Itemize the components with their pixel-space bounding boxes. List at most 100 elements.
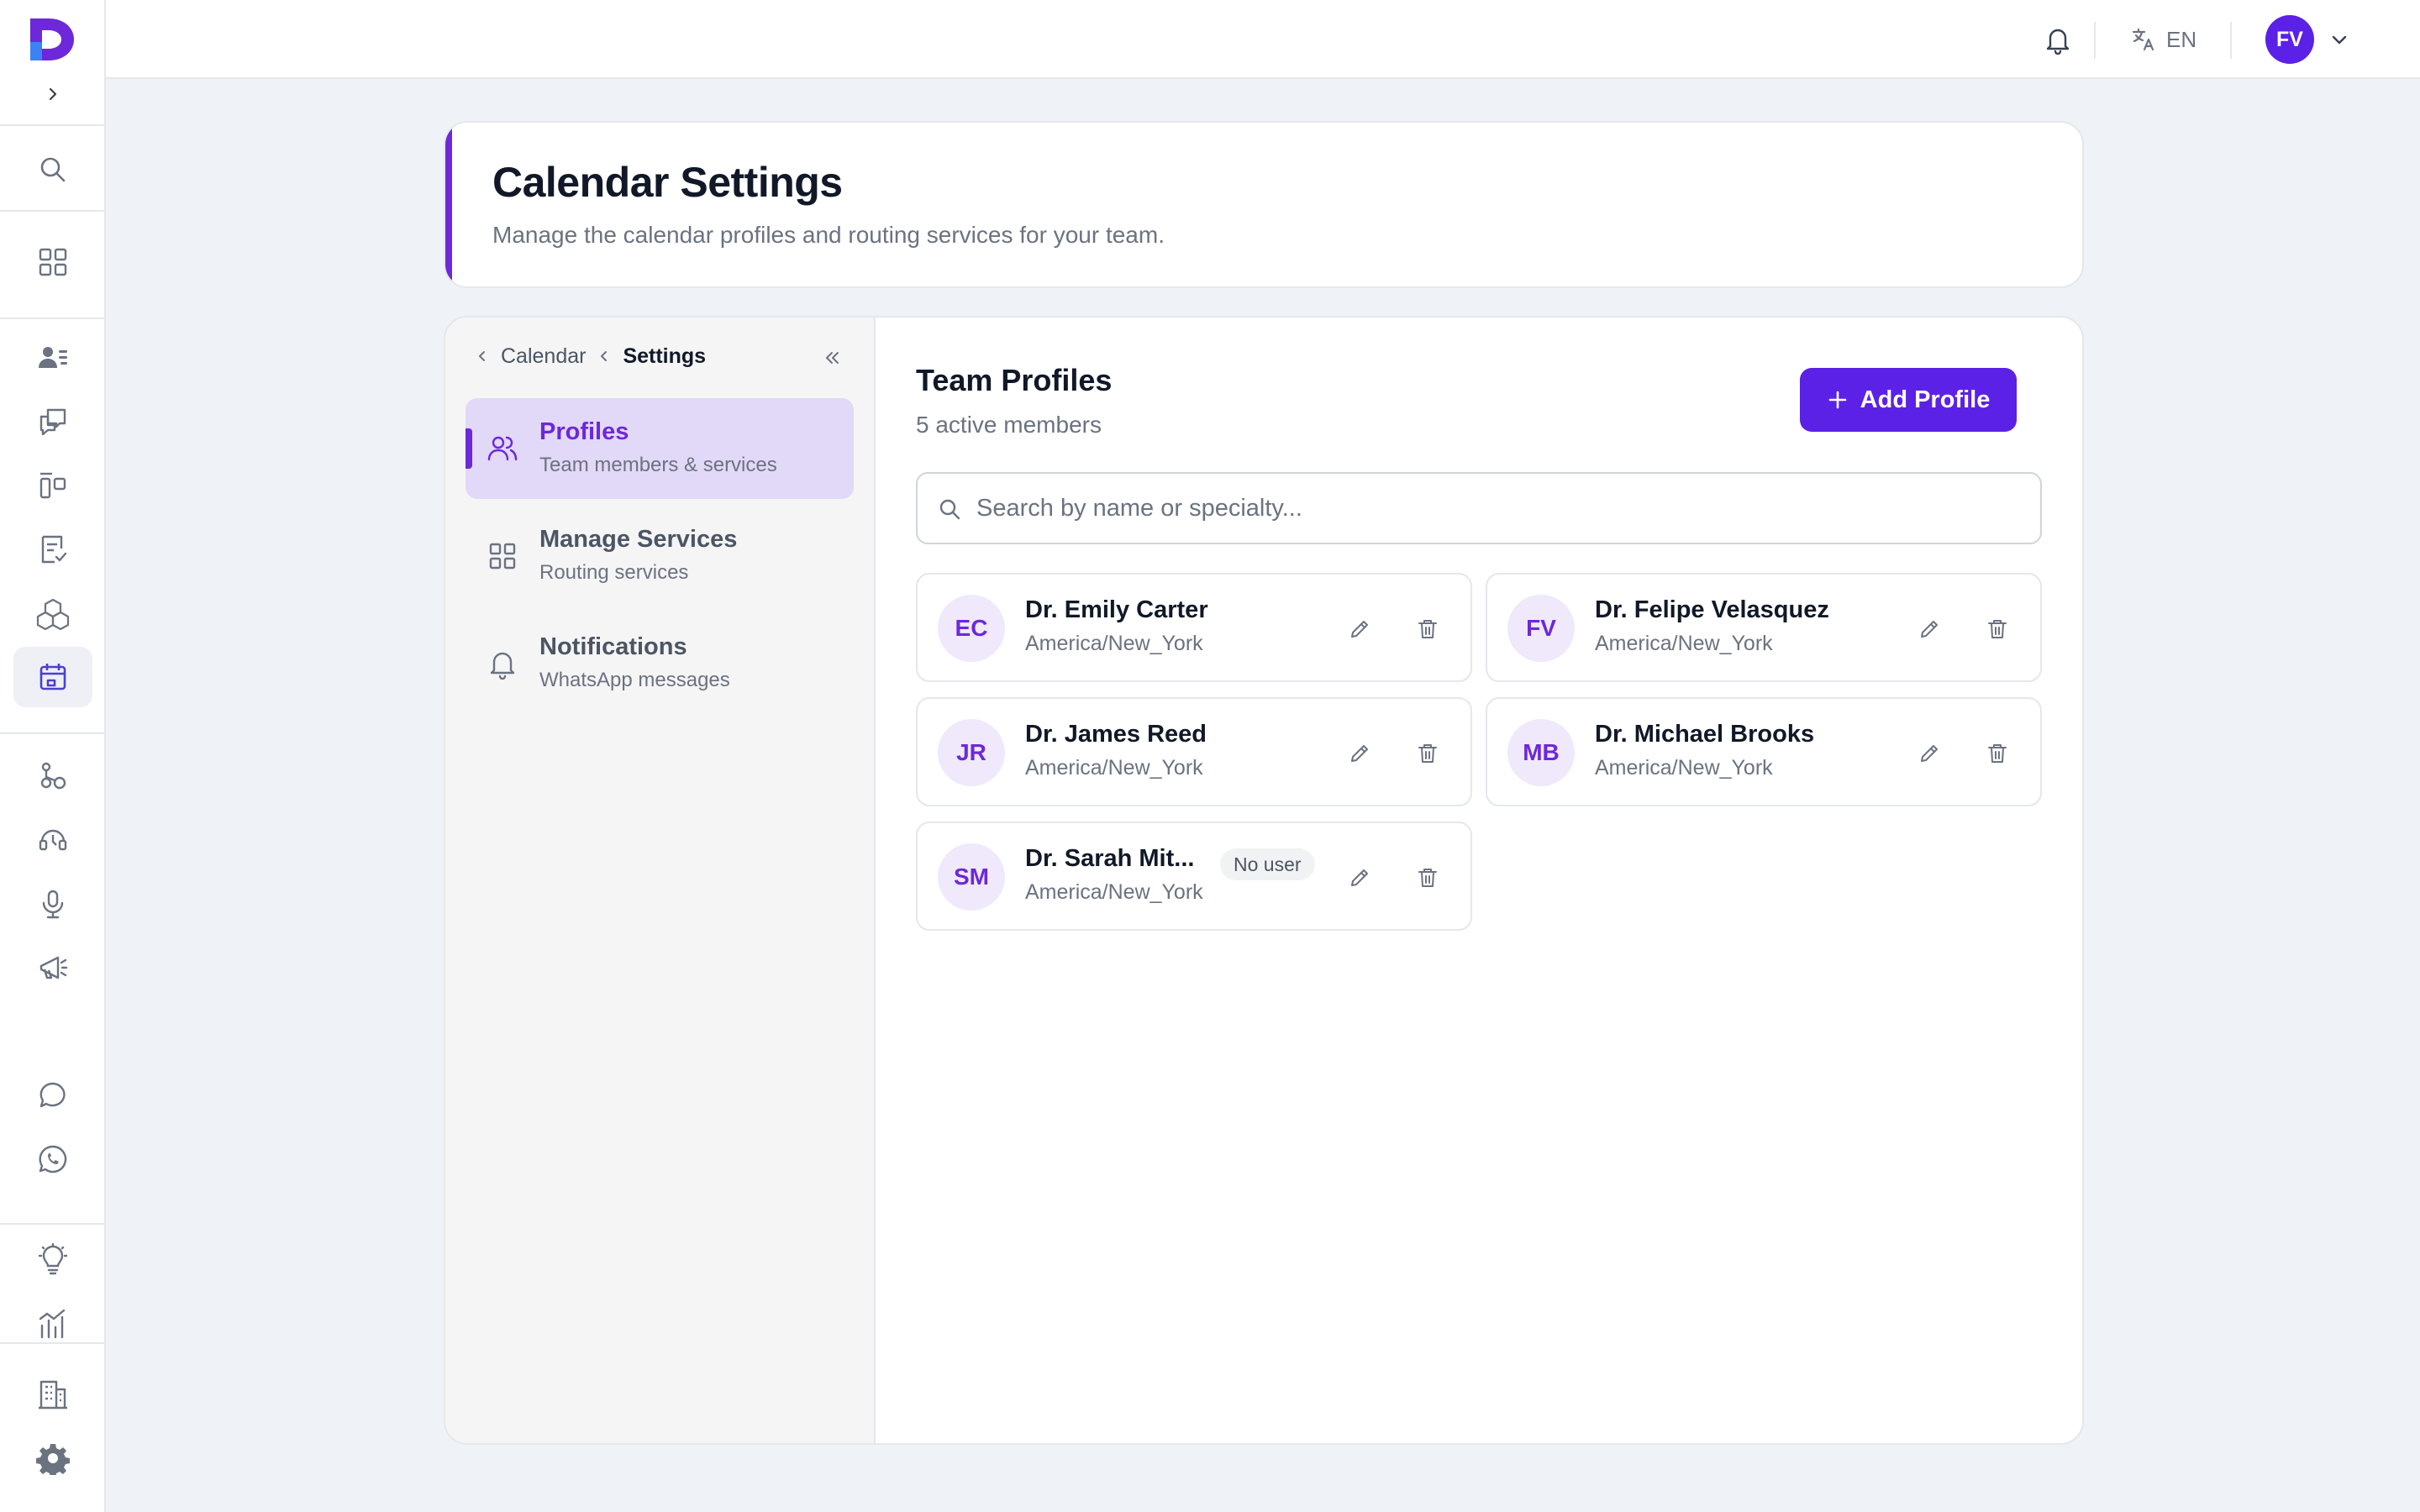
active-indicator xyxy=(466,428,472,469)
settings-nav-notifications[interactable]: Notifications WhatsApp messages xyxy=(466,613,854,714)
profile-card[interactable]: FV Dr. Felipe Velasquez America/New_York xyxy=(1486,573,2042,682)
chevron-down-icon xyxy=(2332,35,2347,45)
checklist-icon xyxy=(41,535,67,564)
delete-profile-button[interactable] xyxy=(1411,861,1444,895)
delete-profile-button[interactable] xyxy=(1981,612,2014,646)
rail-whatsapp[interactable] xyxy=(13,1129,92,1189)
breadcrumb-calendar-link[interactable]: Calendar xyxy=(501,344,586,369)
plus-icon xyxy=(1828,391,1846,409)
nav-subtitle: Team members & services xyxy=(539,454,777,476)
profile-name: Dr. Emily Carter xyxy=(1025,596,1208,623)
rail-dashboard[interactable] xyxy=(13,232,92,292)
rail-divider xyxy=(0,210,104,212)
delete-profile-button[interactable] xyxy=(1411,612,1444,646)
profile-avatar: FV xyxy=(1507,595,1575,662)
top-bar: EN FV xyxy=(106,0,2420,79)
message-circle-icon xyxy=(39,1082,66,1108)
rail-insights[interactable] xyxy=(13,1230,92,1290)
settings-nav-manage-services[interactable]: Manage Services Routing services xyxy=(466,506,854,606)
topbar-divider xyxy=(2094,22,2096,59)
trash-icon xyxy=(1988,620,2007,638)
nav-title: Notifications xyxy=(539,633,687,660)
pencil-icon xyxy=(1351,621,1368,638)
chevrons-left-icon xyxy=(826,352,839,364)
section-title: Team Profiles xyxy=(916,363,1113,397)
page-subtitle: Manage the calendar profiles and routing… xyxy=(492,222,1165,248)
rail-automation[interactable] xyxy=(13,746,92,806)
profile-name: Dr. James Reed xyxy=(1025,721,1207,748)
rail-conversations[interactable] xyxy=(13,391,92,452)
search-field xyxy=(916,472,2042,544)
search-input[interactable] xyxy=(976,474,2018,543)
rail-support[interactable] xyxy=(13,810,92,870)
page-title: Calendar Settings xyxy=(492,159,843,206)
header-accent-bar xyxy=(445,123,452,286)
users-icon xyxy=(487,436,518,461)
rail-tasks[interactable] xyxy=(13,519,92,580)
rail-divider xyxy=(0,124,104,126)
delete-profile-button[interactable] xyxy=(1411,737,1444,770)
language-selector[interactable]: EN xyxy=(2131,22,2196,57)
rail-products[interactable] xyxy=(13,583,92,643)
rail-calendar[interactable] xyxy=(13,647,92,707)
edit-profile-button[interactable] xyxy=(1343,612,1376,646)
settings-nav-profiles[interactable]: Profiles Team members & services xyxy=(466,398,854,499)
breadcrumb-current: Settings xyxy=(623,344,707,368)
search-icon xyxy=(40,157,66,182)
pencil-icon xyxy=(1351,869,1368,886)
user-menu[interactable]: FV xyxy=(2265,15,2349,64)
notifications-button[interactable] xyxy=(2040,22,2075,57)
contacts-icon xyxy=(39,347,67,368)
profile-card[interactable]: EC Dr. Emily Carter America/New_York xyxy=(916,573,1472,682)
search-icon xyxy=(939,499,960,520)
app-logo[interactable] xyxy=(27,13,79,66)
rail-contacts[interactable] xyxy=(13,328,92,388)
rail-settings[interactable] xyxy=(13,1428,92,1488)
boxes-icon xyxy=(36,598,70,630)
profile-name: Dr. Sarah Mit... xyxy=(1025,845,1195,872)
breadcrumb: Calendar Settings xyxy=(476,339,706,373)
rail-search[interactable] xyxy=(13,139,92,200)
add-profile-button[interactable]: Add Profile xyxy=(1800,368,2017,432)
profile-avatar: EC xyxy=(938,595,1005,662)
bar-chart-icon xyxy=(39,1309,66,1339)
rail-divider xyxy=(0,1223,104,1225)
profile-card[interactable]: JR Dr. James Reed America/New_York xyxy=(916,697,1472,806)
profile-card[interactable]: MB Dr. Michael Brooks America/New_York xyxy=(1486,697,2042,806)
rail-pipelines[interactable] xyxy=(13,455,92,516)
settings-sidebar: Calendar Settings Profiles Team members … xyxy=(445,318,876,1443)
robot-arm-icon xyxy=(40,762,66,790)
edit-profile-button[interactable] xyxy=(1912,612,1946,646)
rail-voice[interactable] xyxy=(13,874,92,934)
nav-title: Profiles xyxy=(539,418,629,445)
rail-messages[interactable] xyxy=(13,1065,92,1126)
rail-reports[interactable] xyxy=(13,1294,92,1354)
profile-name: Dr. Felipe Velasquez xyxy=(1595,596,1829,623)
rail-campaigns[interactable] xyxy=(13,937,92,998)
language-code: EN xyxy=(2166,26,2197,52)
delete-profile-button[interactable] xyxy=(1981,737,2014,770)
trash-icon xyxy=(1988,744,2007,763)
profile-avatar: MB xyxy=(1507,719,1575,786)
microphone-icon xyxy=(42,890,64,919)
edit-profile-button[interactable] xyxy=(1343,861,1376,895)
expand-sidebar-button[interactable] xyxy=(39,81,66,108)
profile-timezone: America/New_York xyxy=(1025,880,1203,904)
bell-icon xyxy=(490,652,515,680)
pencil-icon xyxy=(1921,621,1938,638)
building-icon xyxy=(39,1380,67,1410)
profile-card[interactable]: SM Dr. Sarah Mit... America/New_York No … xyxy=(916,822,1472,931)
edit-profile-button[interactable] xyxy=(1912,737,1946,770)
chevron-right-icon xyxy=(49,87,57,101)
collapse-panel-button[interactable] xyxy=(815,341,849,375)
whatsapp-icon xyxy=(39,1145,67,1173)
rail-divider xyxy=(0,732,104,734)
trash-icon xyxy=(1418,744,1437,763)
profile-avatar: SM xyxy=(938,843,1005,911)
profile-timezone: America/New_York xyxy=(1025,756,1203,780)
status-badge: No user xyxy=(1220,848,1315,880)
kanban-icon xyxy=(39,472,66,499)
rail-company[interactable] xyxy=(13,1364,92,1425)
edit-profile-button[interactable] xyxy=(1343,737,1376,770)
chat-bubbles-icon xyxy=(39,408,66,436)
